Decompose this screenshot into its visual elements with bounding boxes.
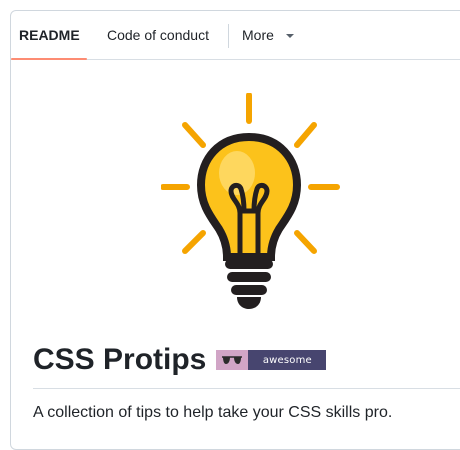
active-tab-underline [11,58,87,60]
lightbulb-icon [161,93,340,309]
tab-readme-label: README [19,27,80,43]
tab-readme[interactable]: README [19,11,80,59]
tab-separator [228,24,229,48]
readme-description: A collection of tips to help take your C… [33,404,393,421]
tab-more[interactable]: More [242,11,294,59]
tab-more-label: More [242,27,274,43]
tab-code-of-conduct[interactable]: Code of conduct [107,11,209,59]
sunglasses-icon [216,350,249,370]
page-title: CSS Protips [33,343,207,376]
badge-label: awesome [248,350,327,370]
readme-panel: README Code of conduct More CSS Protips … [10,10,460,450]
caret-down-icon [285,34,294,39]
heading-divider [33,388,460,389]
tab-bar: README Code of conduct More [11,11,460,60]
tab-code-of-conduct-label: Code of conduct [107,27,209,43]
readme-heading-row: CSS Protips awesome [33,340,327,380]
awesome-badge[interactable]: awesome [216,350,327,370]
